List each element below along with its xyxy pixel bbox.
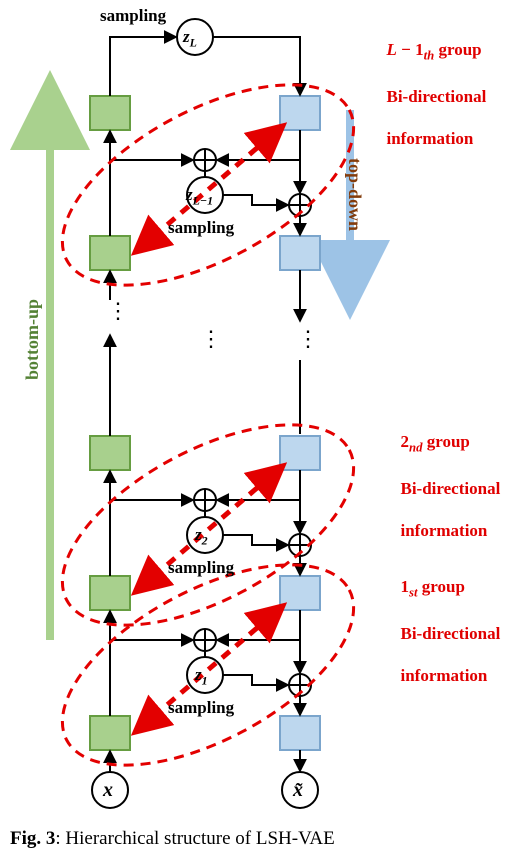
decoder-block-Lm1 xyxy=(280,236,320,270)
ellipsis-mid: ⋮ xyxy=(200,326,222,351)
top-down-label: top-down xyxy=(344,158,365,231)
encoder-block-1 xyxy=(90,716,130,750)
zLm1-text: zL−1 xyxy=(186,185,213,208)
zL-text: zL xyxy=(183,27,197,50)
oplus-upper-left-1 xyxy=(194,629,216,651)
ellipsis-right: ⋮ xyxy=(297,326,319,351)
figure-caption: Fig. 3: Fig. 3: Hierarchical structure o… xyxy=(10,828,335,850)
decoder-block-1 xyxy=(280,716,320,750)
sampling-label-top: sampling xyxy=(100,6,166,26)
encoder-block-L xyxy=(90,96,130,130)
group-2-label: 2nd group Bi-directional information xyxy=(392,410,500,542)
diagram-canvas: ⋮ ⋮ ⋮ sampling sampling sampling samplin… xyxy=(0,0,524,856)
ellipsis-left: ⋮ xyxy=(107,298,129,323)
encoder-block-Lm1 xyxy=(90,236,130,270)
xtilde-text: x̃ xyxy=(293,779,303,802)
z2-text: z2 xyxy=(195,525,208,548)
group-1-label: 1st group Bi-directional information xyxy=(392,555,500,687)
x-text: x xyxy=(103,779,113,802)
sampling-label-1: sampling xyxy=(168,698,234,718)
sampling-label-2: sampling xyxy=(168,558,234,578)
decoder-block-2 xyxy=(280,576,320,610)
oplus-upper-left-2 xyxy=(194,489,216,511)
bottom-up-label: bottom-up xyxy=(22,299,43,380)
encoder-block-2 xyxy=(90,576,130,610)
encoder-block-3 xyxy=(90,436,130,470)
sampling-label-Lm1: sampling xyxy=(168,218,234,238)
decoder-block-L xyxy=(280,96,320,130)
group-Lm1-label: L − 1th group Bi-directional information xyxy=(378,18,486,150)
z1-text: z1 xyxy=(195,665,208,688)
decoder-block-3 xyxy=(280,436,320,470)
oplus-upper-left-Lm1 xyxy=(194,149,216,171)
